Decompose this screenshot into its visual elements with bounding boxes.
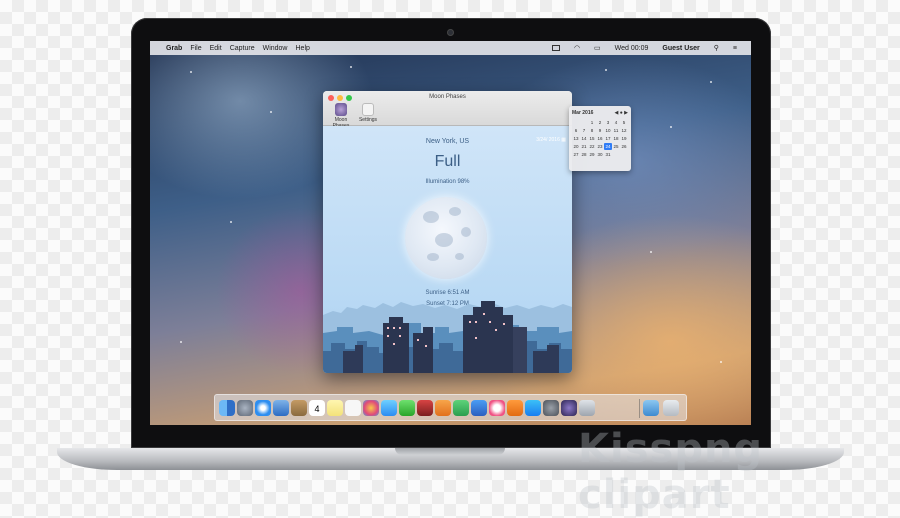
app-menu[interactable]: Grab xyxy=(166,45,182,52)
dock-separator xyxy=(639,399,640,418)
menubar-clock[interactable]: Wed 00:09 xyxy=(615,45,649,52)
toolbar-settings[interactable]: Settings xyxy=(357,103,379,123)
calendar-empty-cell xyxy=(620,151,628,158)
photo-booth-icon[interactable] xyxy=(417,400,433,416)
calendar-day[interactable]: 19 xyxy=(620,135,628,142)
moon-view: 3/24/ 2016 ▦ New York, US Full Illuminat… xyxy=(323,126,572,373)
menu-edit[interactable]: Edit xyxy=(210,45,222,52)
downloads-icon[interactable] xyxy=(643,400,659,416)
moon-phases-window: Moon Phases Moon Phases Settings 3/24/ 2… xyxy=(323,91,572,373)
mail-icon[interactable] xyxy=(273,400,289,416)
calendar-day[interactable]: 26 xyxy=(620,143,628,150)
watermark: Kisspng clipart xyxy=(578,426,764,518)
calendar-day[interactable]: 13 xyxy=(572,135,580,142)
calendar-empty-cell xyxy=(612,151,620,158)
calendar-empty-cell xyxy=(580,119,588,126)
wifi-icon[interactable]: ◠ xyxy=(574,44,580,52)
settings-icon xyxy=(362,103,374,116)
ibooks-icon[interactable] xyxy=(507,400,523,416)
calendar-day[interactable]: 22 xyxy=(588,143,596,150)
finder-icon[interactable] xyxy=(219,400,235,416)
menubar-user[interactable]: Guest User xyxy=(662,45,699,52)
calendar-grid: 1 2 3 4 5 6 7 8 9 10 11 12 13 14 15 16 17 18 19 20 21 22 23 24 2… xyxy=(572,119,629,158)
menu-file[interactable]: File xyxy=(190,45,201,52)
calendar-day[interactable]: 10 xyxy=(604,127,612,134)
calendar-day[interactable]: 23 xyxy=(596,143,604,150)
phase-label: Full xyxy=(434,153,461,170)
pages-icon[interactable] xyxy=(435,400,451,416)
safari-icon[interactable] xyxy=(255,400,271,416)
reminders-icon[interactable] xyxy=(345,400,361,416)
calendar-day[interactable]: 11 xyxy=(612,127,620,134)
keynote-icon[interactable] xyxy=(471,400,487,416)
battery-icon[interactable]: ▭ xyxy=(594,44,601,52)
calendar-day[interactable]: 30 xyxy=(596,151,604,158)
spotlight-icon[interactable]: ⚲ xyxy=(714,44,719,52)
airplay-icon[interactable] xyxy=(551,45,560,51)
moon-phases-icon[interactable] xyxy=(561,400,577,416)
launchpad-icon[interactable] xyxy=(237,400,253,416)
grab-icon[interactable] xyxy=(579,400,595,416)
calendar-day[interactable]: 12 xyxy=(620,127,628,134)
calendar-day[interactable]: 6 xyxy=(572,127,580,134)
laptop-notch xyxy=(395,448,505,455)
trash-icon[interactable] xyxy=(663,400,679,416)
calendar-day[interactable]: 31 xyxy=(604,151,612,158)
calendar-day[interactable]: 28 xyxy=(580,151,588,158)
calendar-day[interactable]: 24 xyxy=(604,143,612,150)
numbers-icon[interactable] xyxy=(453,400,469,416)
calendar-popover: Mar 2016 ◀ ● ▶ 1 2 3 4 5 6 7 8 9 10 11 12 13 14 15 16 17… xyxy=(569,106,631,171)
calendar-day[interactable]: 21 xyxy=(580,143,588,150)
app-store-icon[interactable] xyxy=(525,400,541,416)
calendar-month-label: Mar 2016 xyxy=(572,110,594,116)
calendar-day[interactable]: 20 xyxy=(572,143,580,150)
calendar-day[interactable]: 4 xyxy=(612,119,620,126)
calendar-day[interactable]: 18 xyxy=(612,135,620,142)
calendar-day[interactable]: 14 xyxy=(580,135,588,142)
calendar-empty-cell xyxy=(572,119,580,126)
toolbar-settings-label: Settings xyxy=(358,117,378,123)
contacts-icon[interactable] xyxy=(291,400,307,416)
city-skyline-illustration xyxy=(323,301,572,373)
calendar-day[interactable]: 2 xyxy=(596,119,604,126)
window-title: Moon Phases xyxy=(429,94,466,100)
menu-window[interactable]: Window xyxy=(263,45,288,52)
messages-icon[interactable] xyxy=(381,400,397,416)
calendar-day[interactable]: 25 xyxy=(612,143,620,150)
system-preferences-icon[interactable] xyxy=(543,400,559,416)
moon-icon xyxy=(335,103,347,116)
calendar-icon[interactable]: 4 xyxy=(309,400,325,416)
calendar-day[interactable]: 1 xyxy=(588,119,596,126)
calendar-day[interactable]: 29 xyxy=(588,151,596,158)
calendar-day[interactable]: 17 xyxy=(604,135,612,142)
window-titlebar: Moon Phases Moon Phases Settings xyxy=(323,91,572,129)
menu-capture[interactable]: Capture xyxy=(230,45,255,52)
camera-icon xyxy=(447,29,454,36)
dock: 4 xyxy=(214,394,687,421)
itunes-icon[interactable] xyxy=(489,400,505,416)
facetime-icon[interactable] xyxy=(399,400,415,416)
desktop-screen[interactable]: Grab File Edit Capture Window Help ◠ ▭ W… xyxy=(150,41,751,425)
calendar-day[interactable]: 5 xyxy=(620,119,628,126)
location-label: New York, US xyxy=(425,138,470,145)
illumination-label: Illumination 98% xyxy=(425,179,470,185)
calendar-day[interactable]: 27 xyxy=(572,151,580,158)
notification-center-icon[interactable]: ≡ xyxy=(733,45,737,52)
calendar-day[interactable]: 9 xyxy=(596,127,604,134)
menu-help[interactable]: Help xyxy=(296,45,310,52)
calendar-day[interactable]: 15 xyxy=(588,135,596,142)
calendar-nav[interactable]: ◀ ● ▶ xyxy=(615,110,629,116)
notes-icon[interactable] xyxy=(327,400,343,416)
calendar-day[interactable]: 8 xyxy=(588,127,596,134)
calendar-day[interactable]: 16 xyxy=(596,135,604,142)
menu-bar: Grab File Edit Capture Window Help ◠ ▭ W… xyxy=(150,41,751,55)
calendar-day[interactable]: 3 xyxy=(604,119,612,126)
photos-icon[interactable] xyxy=(363,400,379,416)
full-moon-image xyxy=(405,197,487,279)
calendar-day[interactable]: 7 xyxy=(580,127,588,134)
